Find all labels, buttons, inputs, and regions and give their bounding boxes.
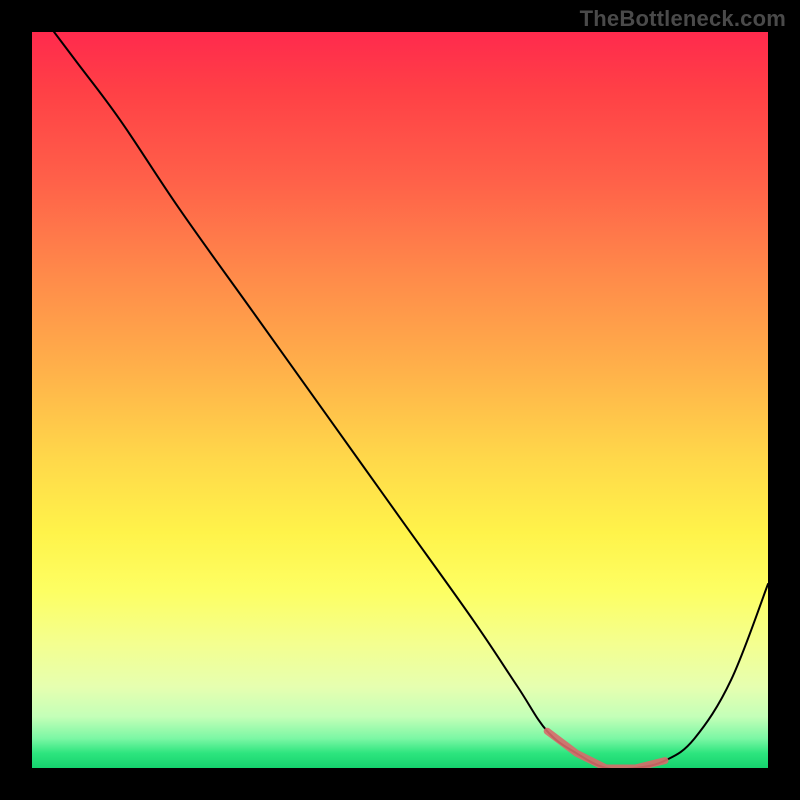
plot-area [32, 32, 768, 768]
watermark-text: TheBottleneck.com [580, 6, 786, 32]
chart-container: TheBottleneck.com [0, 0, 800, 800]
chart-svg [32, 32, 768, 768]
bottleneck-curve [54, 32, 768, 768]
curve-highlight [547, 731, 665, 768]
